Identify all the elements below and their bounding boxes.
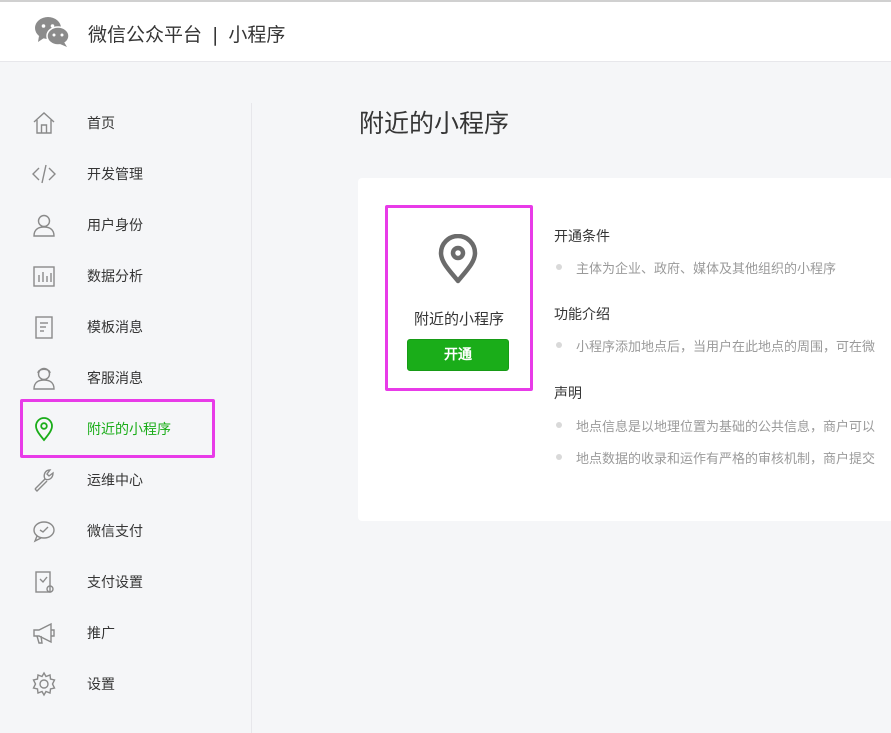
wechat-pay-icon [30,517,58,545]
payment-settings-icon [30,568,58,596]
sidebar-item-template-messages[interactable]: 模板消息 [30,309,220,345]
sidebar-item-label: 用户身份 [87,218,143,234]
sidebar-item-label: 设置 [87,677,115,693]
gear-icon [30,670,58,698]
section-title-statement: 声明 [554,386,582,402]
bar-chart-icon [30,262,58,290]
code-icon [30,160,58,188]
section-title-intro: 功能介绍 [554,307,610,323]
bullet-dot [556,422,562,428]
sidebar-item-label: 客服消息 [87,371,143,387]
active-item-highlight [20,399,215,458]
sidebar-item-wechat-pay[interactable]: 微信支付 [30,513,220,549]
bullet-dot [556,454,562,460]
brand-title: 微信公众平台 | 小程序 [88,20,285,47]
list-item: 地点数据的收录和运作有严格的审核机制，商户提交 [554,447,891,467]
sidebar-item-label: 首页 [87,116,115,132]
sidebar-item-label: 运维中心 [87,473,143,489]
sidebar-item-operations[interactable]: 运维中心 [30,462,220,498]
user-icon [30,211,58,239]
sidebar-divider [251,103,252,733]
sidebar-item-label: 模板消息 [87,320,143,336]
sidebar-item-label: 支付设置 [87,575,143,591]
sidebar-item-settings[interactable]: 设置 [30,666,220,702]
customer-service-icon [30,364,58,392]
page-title: 附近的小程序 [359,109,510,138]
section-title-conditions: 开通条件 [554,229,610,245]
sidebar-item-data-analysis[interactable]: 数据分析 [30,258,220,294]
sidebar-item-label: 微信支付 [87,524,143,540]
brand-primary[interactable]: 微信公众平台 [88,24,202,46]
sidebar-item-label: 推广 [87,626,115,642]
bullet-dot [556,342,562,348]
sidebar-item-home[interactable]: 首页 [30,105,220,141]
location-pin-icon [438,234,478,284]
sidebar-item-label: 数据分析 [87,269,143,285]
wrench-icon [30,466,58,494]
megaphone-icon [30,619,58,647]
home-icon [30,109,58,137]
sidebar-item-dev-management[interactable]: 开发管理 [30,156,220,192]
sidebar-item-payment-settings[interactable]: 支付设置 [30,564,220,600]
brand-separator: | [212,24,219,46]
list-item: 地点信息是以地理位置为基础的公共信息，商户可以 [554,415,891,435]
plugin-name: 附近的小程序 [413,310,504,328]
sidebar-item-customer-service[interactable]: 客服消息 [30,360,220,396]
list-item: 主体为企业、政府、媒体及其他组织的小程序 [554,257,891,277]
sidebar-item-label: 开发管理 [87,167,143,183]
bullet-dot [556,264,562,270]
brand-secondary: 小程序 [228,24,286,46]
document-icon [30,313,58,341]
wechat-logo-icon[interactable] [34,16,70,48]
list-item: 小程序添加地点后，当用户在此地点的周围，可在微 [554,335,891,355]
sidebar-item-promotion[interactable]: 推广 [30,615,220,651]
open-button[interactable]: 开通 [407,339,509,371]
top-bar: 微信公众平台 | 小程序 [0,0,891,62]
sidebar-item-user-identity[interactable]: 用户身份 [30,207,220,243]
